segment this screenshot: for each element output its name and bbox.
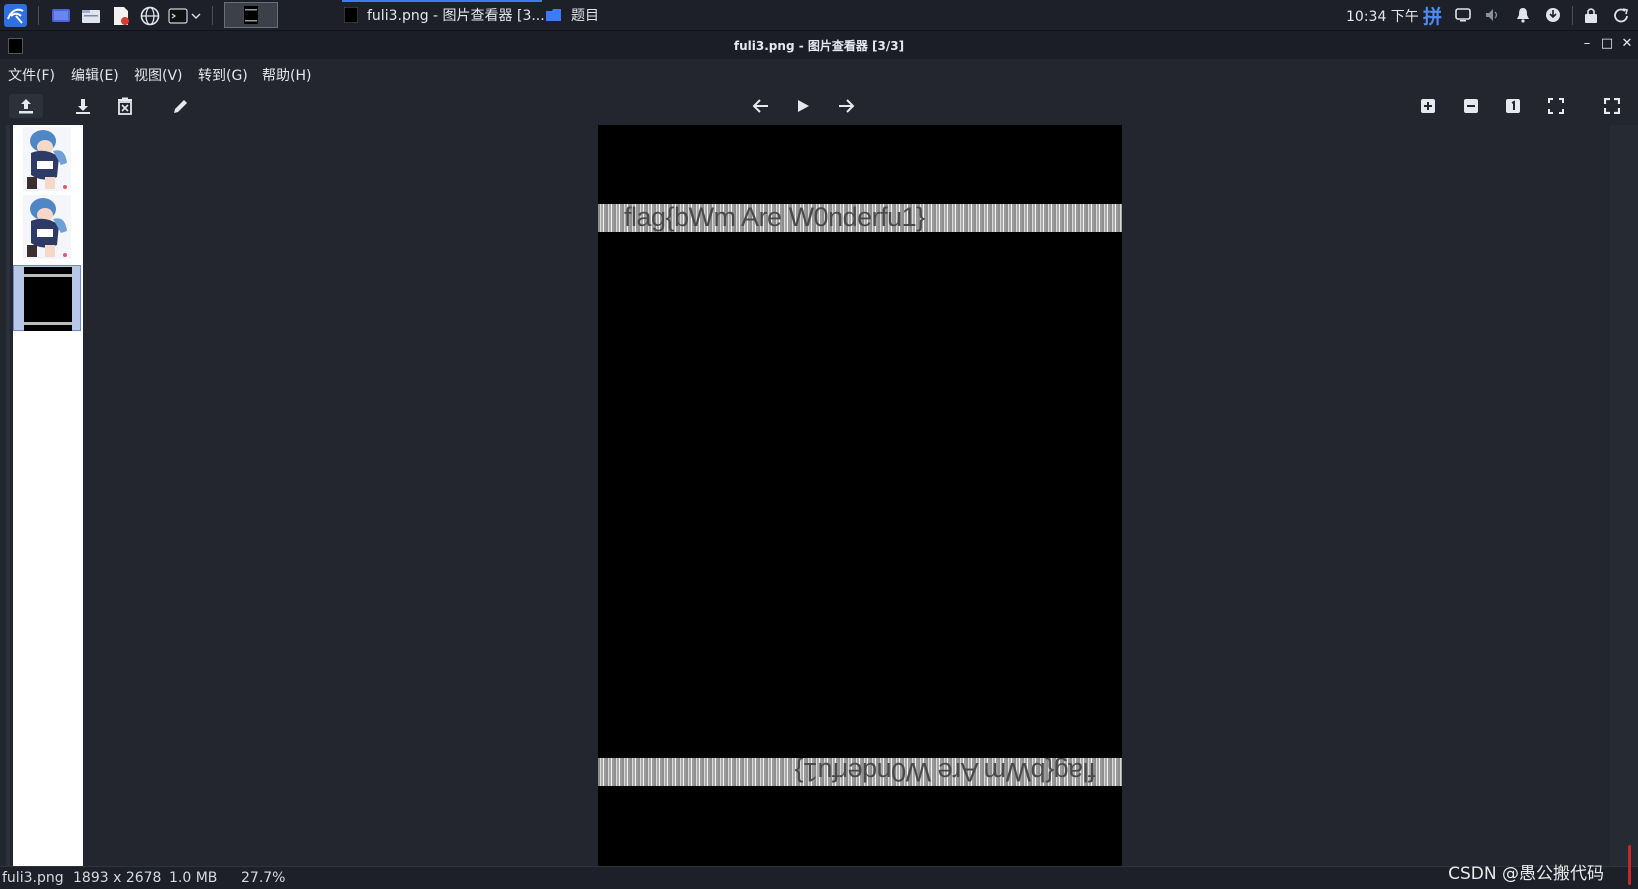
image-viewer-icon: [344, 7, 358, 23]
arrow-left-icon[interactable]: [748, 94, 774, 118]
upload-icon[interactable]: [9, 94, 43, 118]
volume-icon[interactable]: [1484, 6, 1502, 24]
status-filesize: 1.0 MB: [169, 870, 218, 886]
image-canvas[interactable]: flag{bWm Are W0nderfu1} flag{bWm Are W0n…: [598, 125, 1122, 866]
flag-band-bottom: flag{bWm Are W0nderfu1}: [598, 758, 1122, 786]
window-titlebar: fuli3.png - 图片查看器 [3/3] – □ ✕: [0, 31, 1638, 59]
system-taskbar: fuli3.png - 图片查看器 [3... 题目 10:34 下午 拼: [0, 0, 1638, 31]
bell-icon[interactable]: [1514, 6, 1532, 24]
text-editor-icon[interactable]: [110, 5, 131, 26]
corner-marker: [1628, 845, 1631, 885]
minimize-button[interactable]: –: [1580, 37, 1594, 51]
watermark: CSDN @愚公搬代码: [1448, 864, 1604, 884]
input-method-indicator[interactable]: 拼: [1423, 2, 1442, 29]
status-bar: fuli3.png 1893 x 2678 1.0 MB 27.7%: [0, 866, 1638, 889]
taskbar-separator: [38, 6, 39, 25]
fit-icon[interactable]: [1543, 94, 1569, 118]
network-icon[interactable]: [1544, 6, 1562, 24]
play-icon[interactable]: [790, 94, 816, 118]
task-label: fuli3.png - 图片查看器 [3...: [367, 8, 545, 24]
thumbnail-1[interactable]: [23, 127, 71, 191]
menu-goto[interactable]: 转到(G): [198, 65, 248, 85]
taskbar-task-folder[interactable]: 题目: [546, 0, 599, 30]
clock[interactable]: 10:34 下午: [1346, 6, 1419, 26]
arrow-right-icon[interactable]: [833, 94, 859, 118]
close-button[interactable]: ✕: [1620, 37, 1634, 51]
actual-size-icon[interactable]: [1500, 94, 1526, 118]
maximize-button[interactable]: □: [1600, 37, 1614, 51]
chevron-down-icon[interactable]: [190, 5, 202, 26]
toolbar: [0, 89, 1638, 123]
menu-file[interactable]: 文件(F): [8, 65, 55, 85]
browser-icon[interactable]: [139, 5, 160, 26]
terminal-icon[interactable]: [168, 5, 188, 26]
lock-icon[interactable]: [1582, 6, 1600, 24]
status-dimensions: 1893 x 2678: [73, 870, 162, 886]
zoom-in-icon[interactable]: [1415, 94, 1441, 118]
task-label: 题目: [571, 8, 599, 24]
menu-view[interactable]: 视图(V): [134, 65, 183, 85]
right-scrollbar[interactable]: [1610, 125, 1638, 867]
taskbar-separator: [212, 6, 213, 25]
menu-edit[interactable]: 编辑(E): [71, 65, 119, 85]
taskbar-separator: [1572, 6, 1573, 25]
taskbar-task-image-viewer[interactable]: fuli3.png - 图片查看器 [3...: [344, 0, 545, 30]
display-icon[interactable]: [1454, 6, 1472, 24]
zoom-out-icon[interactable]: [1458, 94, 1484, 118]
kali-menu-icon[interactable]: [4, 4, 27, 27]
window-thumbnail-icon[interactable]: [224, 2, 278, 28]
menu-help[interactable]: 帮助(H): [262, 65, 311, 85]
thumbnail-3[interactable]: [13, 265, 81, 331]
file-manager-icon[interactable]: [80, 5, 101, 26]
flag-band-top: flag{bWm Are W0nderfu1}: [598, 204, 1122, 232]
folder-icon: [546, 9, 561, 21]
fullscreen-icon[interactable]: [1599, 94, 1625, 118]
edit-icon[interactable]: [168, 94, 194, 118]
save-icon[interactable]: [70, 94, 96, 118]
status-zoom: 27.7%: [241, 870, 286, 886]
status-filename: fuli3.png: [2, 870, 64, 886]
power-icon[interactable]: [1612, 6, 1630, 24]
menu-bar: 文件(F) 编辑(E) 视图(V) 转到(G) 帮助(H): [0, 59, 1638, 87]
delete-icon[interactable]: [112, 94, 138, 118]
thumbnail-scrollbar[interactable]: [6, 125, 10, 867]
window-title: fuli3.png - 图片查看器 [3/3]: [733, 39, 905, 53]
thumbnail-strip: [13, 125, 83, 867]
flag-text-bottom-mirrored: flag{bWm Are W0nderfu1}: [795, 758, 1096, 786]
thumbnail-2[interactable]: [23, 195, 71, 259]
desktop-icon[interactable]: [50, 5, 71, 26]
flag-text-top: flag{bWm Are W0nderfu1}: [624, 204, 925, 232]
